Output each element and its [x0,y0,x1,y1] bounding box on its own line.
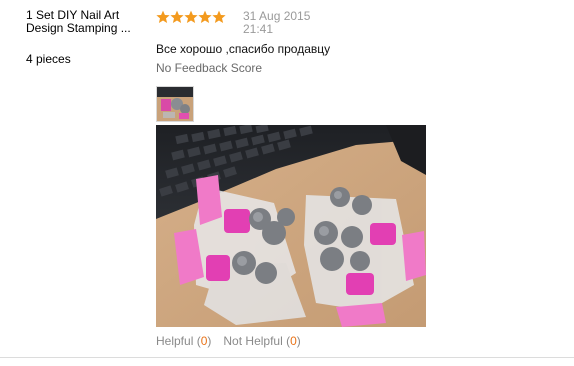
star-icon [212,10,226,23]
product-quantity: 4 pieces [26,52,71,66]
review-comment: Все хорошо ,спасибо продавцу [156,42,331,56]
review-photo-image [156,125,426,327]
star-icon [198,10,212,23]
helpful-row: Helpful (0) Not Helpful (0) [156,334,301,348]
photo-thumbnail[interactable] [156,86,194,122]
product-info: 1 Set DIY Nail Art Design Stamping ... 4… [26,9,151,67]
product-title[interactable]: 1 Set DIY Nail Art Design Stamping ... [26,9,151,35]
not-helpful-link[interactable]: Not Helpful (0) [223,334,300,348]
thumbnail-image [157,87,193,121]
star-icon [184,10,198,23]
helpful-link[interactable]: Helpful (0) [156,334,211,348]
helpful-count: 0 [200,334,208,348]
star-icon [170,10,184,23]
review-date-time: 21:41 [243,22,274,36]
star-icon [156,10,170,23]
review-photo[interactable] [156,125,426,327]
star-rating [156,10,226,26]
feedback-score: No Feedback Score [156,61,263,75]
review-divider [0,357,574,358]
review-date: 31 Aug 2015 21:41 [243,10,310,36]
helpful-label: Helpful [156,334,194,348]
not-helpful-count: 0 [290,334,297,348]
not-helpful-label: Not Helpful [223,334,283,348]
product-title-line-2: Design Stamping ... [26,21,131,35]
